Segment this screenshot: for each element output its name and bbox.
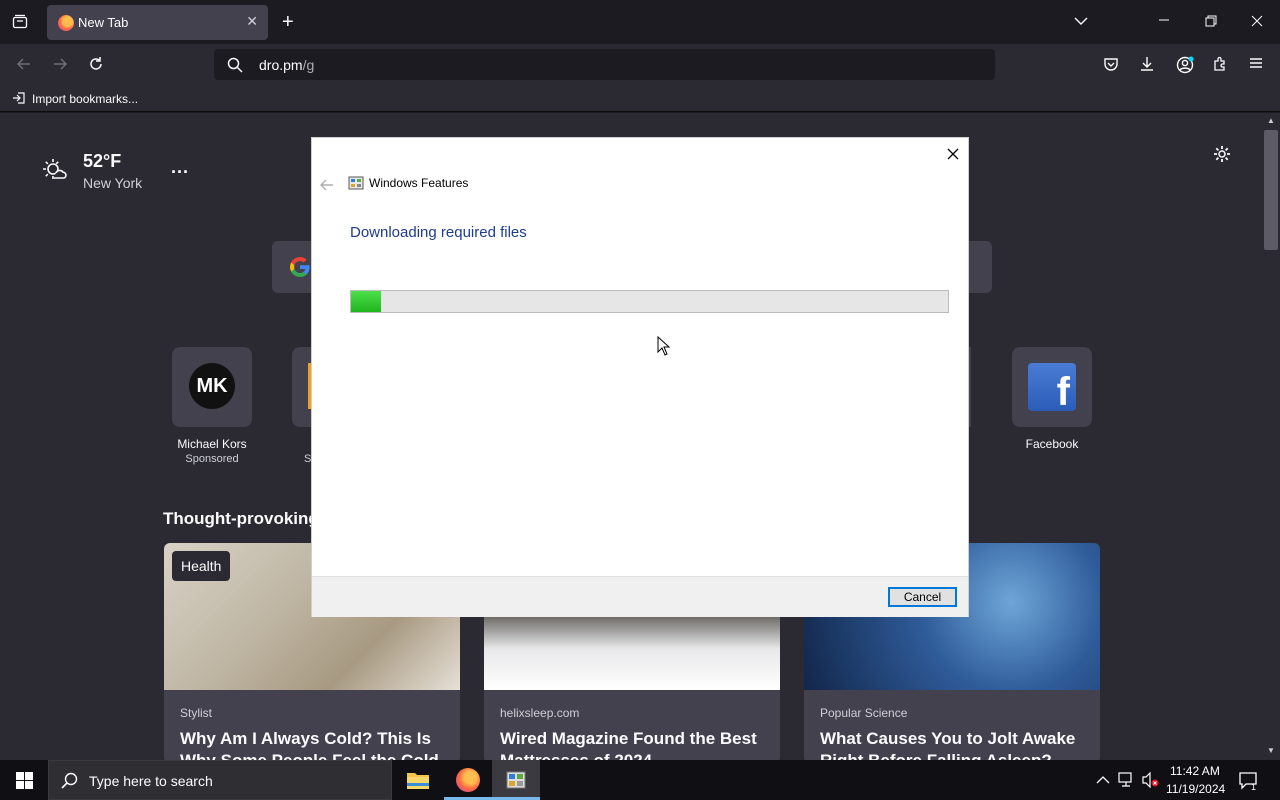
story-headline: Wired Magazine Found the Best Mattresses…: [500, 729, 757, 763]
taskbar-windows-features-button[interactable]: [492, 760, 540, 800]
facebook-logo: f: [1028, 363, 1076, 411]
weather-city[interactable]: New York: [83, 175, 142, 191]
tab-list-icon[interactable]: [12, 14, 28, 34]
url-host: dro.pm: [259, 57, 303, 73]
settings-gear-icon[interactable]: [1213, 145, 1231, 168]
weather-temperature[interactable]: 52°F: [83, 151, 121, 172]
windows-features-dialog: Windows Features Downloading required fi…: [311, 137, 969, 617]
windows-features-icon: [348, 175, 364, 196]
forward-icon[interactable]: [52, 56, 68, 76]
restore-icon[interactable]: [1205, 15, 1217, 31]
michael-kors-logo: MK: [189, 363, 235, 409]
page-scrollbar[interactable]: ▲ ▼: [1262, 113, 1280, 760]
tab-bar: New Tab ✕ +: [0, 0, 1280, 44]
firefox-icon: [456, 768, 480, 792]
dialog-title: Windows Features: [369, 176, 469, 190]
taskbar-search-box[interactable]: Type here to search: [48, 760, 392, 800]
scrollbar-thumb[interactable]: [1264, 130, 1278, 250]
dialog-heading: Downloading required files: [350, 224, 527, 241]
address-bar[interactable]: dro.pm/g: [214, 49, 995, 80]
account-icon[interactable]: [1176, 56, 1194, 78]
dialog-back-icon[interactable]: [320, 178, 334, 196]
url-path: /g: [302, 57, 315, 73]
progress-fill: [351, 291, 381, 312]
shortcut-sponsored-label: Sponsored: [185, 453, 239, 465]
download-progress-bar: [350, 290, 949, 313]
dialog-close-icon[interactable]: [947, 147, 959, 165]
search-icon: [61, 772, 78, 794]
story-source: helixsleep.com: [500, 706, 580, 720]
minimize-icon[interactable]: [1158, 14, 1170, 30]
weather-icon: [42, 157, 68, 188]
scroll-up-icon[interactable]: ▲: [1267, 116, 1275, 125]
story-headline: Why Am I Always Cold? This Is Why Some P…: [180, 729, 439, 763]
import-bookmarks-label: Import bookmarks...: [32, 92, 139, 106]
shortcut-michael-kors[interactable]: MK: [172, 347, 252, 427]
dialog-footer: Cancel: [312, 576, 968, 617]
category-badge: Health: [172, 551, 231, 581]
windows-taskbar: Type here to search 11:42 AM 11/19/2024 …: [0, 760, 1280, 800]
tab-title: New Tab: [78, 15, 129, 30]
story-headline: What Causes You to Jolt Awake Right Befo…: [820, 729, 1076, 763]
weather-more-button[interactable]: ...: [171, 157, 189, 178]
clock-date[interactable]: 11/19/2024: [1166, 782, 1225, 796]
google-icon: [288, 255, 312, 284]
shortcut-label: Facebook: [1025, 437, 1079, 451]
cancel-button[interactable]: Cancel: [888, 587, 957, 607]
tab-new-tab[interactable]: New Tab ✕: [47, 5, 268, 40]
back-icon[interactable]: [16, 56, 32, 76]
url-text: dro.pm/g: [259, 57, 314, 73]
bookmarks-toolbar: Import bookmarks...: [0, 84, 1280, 112]
section-title: Thought-provoking: [163, 509, 319, 528]
clock-time[interactable]: 11:42 AM: [1170, 764, 1220, 778]
file-explorer-icon[interactable]: [406, 769, 430, 796]
close-tab-icon[interactable]: ✕: [246, 13, 258, 30]
list-all-tabs-icon[interactable]: [1074, 14, 1088, 30]
show-hidden-icons-icon[interactable]: [1096, 772, 1110, 790]
close-window-icon[interactable]: [1251, 15, 1263, 31]
windows-start-icon[interactable]: [16, 772, 33, 794]
firefox-icon: [58, 15, 74, 31]
extensions-icon[interactable]: [1212, 56, 1228, 76]
taskbar-firefox-button[interactable]: [444, 760, 492, 800]
reload-icon[interactable]: [88, 56, 104, 76]
downloads-icon[interactable]: [1139, 56, 1155, 76]
shortcut-label: Michael Kors: [177, 437, 247, 451]
pocket-icon[interactable]: [1103, 56, 1119, 76]
windows-features-icon: [505, 769, 527, 796]
shortcut-facebook[interactable]: f: [1012, 347, 1092, 427]
mouse-cursor-icon: [657, 335, 671, 361]
scroll-down-icon[interactable]: ▼: [1267, 746, 1275, 755]
search-icon: [227, 57, 243, 77]
notification-count: 1: [1251, 782, 1257, 792]
volume-muted-icon[interactable]: [1142, 771, 1160, 793]
new-tab-icon[interactable]: +: [282, 12, 294, 32]
network-icon[interactable]: [1118, 772, 1136, 793]
import-icon: [12, 91, 26, 109]
shortcut-partial[interactable]: [292, 347, 312, 427]
search-placeholder: Type here to search: [89, 773, 213, 789]
shortcut-partial-right[interactable]: [969, 347, 971, 427]
story-source: Popular Science: [820, 706, 908, 720]
story-source: Stylist: [180, 706, 213, 720]
menu-icon[interactable]: [1249, 56, 1263, 74]
